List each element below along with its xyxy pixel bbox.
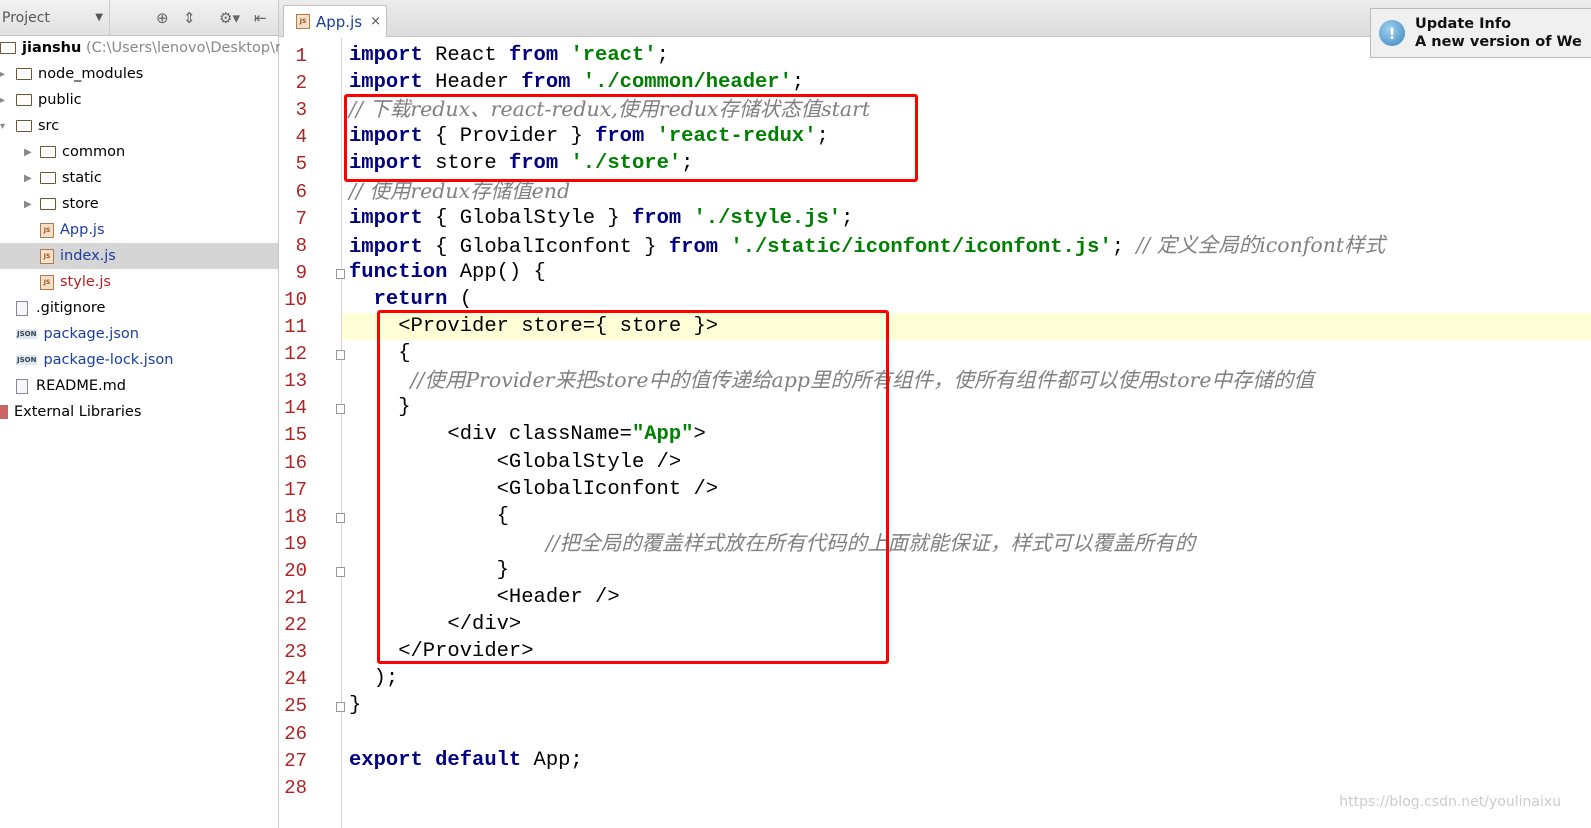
code-token: ( <box>459 287 473 311</box>
code-line: import React from 'react'; <box>349 42 669 69</box>
code-token: } <box>349 694 362 718</box>
annotation-box <box>377 310 889 664</box>
code-token: ; <box>791 71 805 95</box>
code-token: // 使用redux存储值end <box>349 178 571 203</box>
code-token: ; <box>841 206 854 230</box>
code-token: import <box>349 44 423 67</box>
code-token: ; <box>656 44 669 67</box>
code-line: } <box>349 692 361 719</box>
update-notification[interactable]: ! Update Info A new version of We <box>1370 8 1591 58</box>
code-token: './static/iconfont/iconfont.js' <box>730 235 1112 259</box>
annotation-box <box>344 94 918 182</box>
info-icon: ! <box>1379 20 1405 46</box>
code-line: ); <box>349 665 399 692</box>
code-token: ; <box>1111 235 1137 259</box>
tab-app-js[interactable]: JS App.js × <box>283 5 387 37</box>
code-token: import <box>349 71 423 95</box>
code-token: { GlobalIconfont } <box>435 235 669 259</box>
code-token: from <box>521 71 583 95</box>
code-token: './common/header' <box>582 71 792 95</box>
close-icon[interactable]: × <box>370 14 381 29</box>
code-line: import { GlobalIconfont } from './static… <box>349 232 1385 259</box>
code-token: function <box>349 260 460 284</box>
code-token: React <box>435 44 509 67</box>
code-token: import <box>349 206 423 230</box>
code-line: return ( <box>349 286 472 313</box>
code-token: import <box>349 235 423 259</box>
project-view-selector[interactable]: Project ▼ <box>0 0 110 35</box>
code-token: ); <box>349 667 399 691</box>
locate-icon[interactable]: ⊕ <box>156 9 169 27</box>
chevron-down-icon: ▼ <box>95 12 103 23</box>
code-token: Header <box>435 71 522 95</box>
code-token: from <box>631 206 694 230</box>
project-header: Project ▼ ⊕ ⇕ ⚙▾ ⇤ <box>0 0 278 36</box>
popup-message: A new version of We <box>1415 34 1582 50</box>
gear-icon[interactable]: ⚙▾ <box>219 9 240 27</box>
code-token: return <box>373 287 460 311</box>
code-token: App() { <box>459 260 546 284</box>
popup-title: Update Info <box>1415 16 1512 32</box>
code-line: import { GlobalStyle } from './style.js'… <box>349 205 853 232</box>
watermark: https://blog.csdn.net/youlinaixu <box>1339 794 1561 810</box>
code-token: App; <box>533 748 583 772</box>
tab-label: App.js <box>316 12 363 31</box>
code-token: from <box>668 235 731 259</box>
js-file-icon: JS <box>296 14 310 29</box>
code-line: export default App; <box>349 747 583 774</box>
code-line: import Header from './common/header'; <box>349 69 804 96</box>
code-token: 'react' <box>570 44 657 67</box>
collapse-icon[interactable]: ⇕ <box>183 9 196 27</box>
code-token: './style.js' <box>693 206 842 230</box>
code-token: export default <box>349 748 534 772</box>
code-line: function App() { <box>349 259 546 286</box>
code-token: from <box>508 44 571 67</box>
hide-icon[interactable]: ⇤ <box>254 9 267 27</box>
code-token: { GlobalStyle } <box>435 206 632 230</box>
code-token: // 定义全局的iconfont样式 <box>1136 232 1386 257</box>
project-title: Project <box>2 9 50 26</box>
